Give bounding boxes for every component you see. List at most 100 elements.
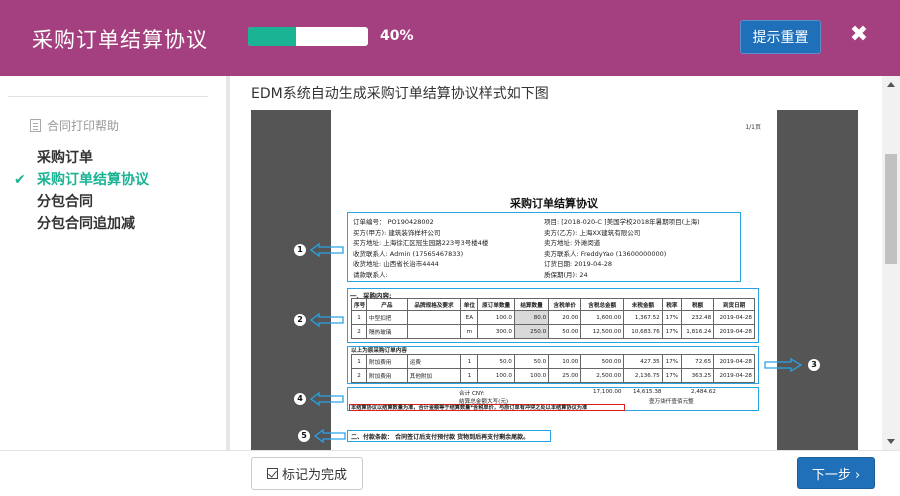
content-heading: EDM系统自动生成采购订单结算协议样式如下图: [251, 86, 549, 102]
scroll-up-icon[interactable]: [887, 82, 895, 87]
header-bar: 采购订单结算协议 40% 提示重置 ✖: [0, 0, 900, 76]
arrow-left-icon: [309, 312, 344, 328]
table-cell: 2019-04-28: [713, 324, 755, 339]
table-cell: 2: [351, 324, 367, 339]
table-cell: 2019-04-28: [713, 354, 755, 369]
table-cell: 50.0: [477, 354, 515, 369]
info-cell: 买方(甲方): 建筑装饰样杆公司: [353, 228, 441, 237]
table-cell: 运费: [406, 354, 462, 369]
table-header-cell: 税额: [681, 298, 715, 311]
document-page: 1/1页 采购订单结算协议 订单编号： PO190428002 项目: [2018…: [293, 110, 821, 450]
scrollbar-thumb[interactable]: [885, 154, 897, 264]
info-cell: 卖方地址: 外滩闵道: [544, 239, 601, 247]
page-number: 1/1页: [745, 124, 761, 131]
help-label: 合同打印帮助: [47, 119, 120, 133]
table-header-cell: 税率: [661, 298, 683, 311]
table-cell: 100.0: [477, 310, 515, 325]
table-cell: 50.00: [548, 324, 582, 339]
table-cell: 1,600.00: [580, 310, 625, 325]
table-header-cell: 到货日期: [713, 298, 755, 311]
sidebar-item-label: 分包合同追加减: [37, 216, 135, 232]
info-cell: 卖方(乙方): 上海XX建筑有限公司: [544, 228, 641, 237]
table-cell: 1: [351, 310, 367, 325]
marker-5: 5: [297, 429, 311, 443]
sidebar-item-settlement-agreement[interactable]: ✔ 采购订单结算协议: [14, 170, 149, 192]
table-cell: m: [460, 324, 479, 339]
table-cell: 1: [460, 354, 479, 369]
checkbox-icon: [266, 468, 278, 479]
purchase-table: 序号 产品 品牌规格及要求 单位 原订单数量 结算数量 含税单价 含税总金额 未税金额 税率 税额到…: [351, 298, 755, 339]
info-cell: 项目: [2018-020-C ]美国学校2018年暑期项目(上海): [544, 218, 700, 226]
total-label: 合计 CNY:: [459, 391, 485, 397]
mark-done-button[interactable]: 标记为完成: [251, 457, 363, 490]
red-note: 本结算协议以结算数量为准，合计金额等于结算数量*含税单价，与原订单有冲突之处以本…: [351, 405, 588, 411]
table-cell: 2: [351, 368, 367, 383]
sidebar-item-purchase-order[interactable]: 采购订单: [14, 148, 149, 170]
amount-words: 壹万柒仟壹佰元整: [649, 399, 694, 405]
table-cell: 80.0: [513, 310, 550, 325]
content-panel: EDM系统自动生成采购订单结算协议样式如下图 1/1页 采购订单结算协议 订单编…: [230, 76, 882, 450]
table-cell: 1: [351, 354, 367, 369]
table-cell: 250.0: [513, 324, 550, 339]
extra-section-title: 以上为原采购订单内容: [351, 348, 407, 354]
table-cell: 72.65: [681, 354, 715, 369]
chevron-right-icon: ›: [854, 467, 861, 483]
table-cell: 17%: [661, 324, 683, 339]
help-link[interactable]: 合同打印帮助: [30, 117, 119, 134]
sidebar-item-subcontract[interactable]: 分包合同: [14, 192, 149, 214]
table-cell: 其他附加: [406, 368, 462, 383]
table-row: 1 附加费用 运费 1 50.0 50.0 10.00 500.00 427.35 17% 72.6…: [351, 354, 755, 369]
next-step-button[interactable]: 下一步 ›: [797, 457, 875, 489]
table-cell: 100.0: [513, 368, 550, 383]
table-header-cell: 结算数量: [513, 298, 550, 311]
table-header-cell: 序号: [351, 298, 367, 311]
table-cell: [406, 310, 462, 325]
table-cell: 附加费用: [366, 368, 408, 383]
info-cell: 买方地址: 上海徐汇区冠生园路223号3号楼4楼: [353, 239, 489, 247]
extra-fee-table: 1 附加费用 运费 1 50.0 50.0 10.00 500.00 427.35 17% 72.6…: [351, 354, 755, 383]
table-cell: 232.48: [681, 310, 715, 325]
table-cell: 25.00: [548, 368, 582, 383]
table-row: 2 附加费用 其他附加 1 100.0 100.0 25.00 2,500.00 2,136.7…: [351, 368, 755, 383]
table-cell: 20.00: [548, 310, 582, 325]
table-cell: 2,500.00: [580, 368, 625, 383]
table-cell: 300.0: [477, 324, 515, 339]
table-header-cell: 单位: [460, 298, 479, 311]
info-cell: 请款联系人:: [353, 270, 388, 279]
arrow-left-icon: [309, 391, 344, 407]
info-cell: 订货日期: 2019-04-28: [544, 260, 613, 268]
sidebar-nav: 采购订单 ✔ 采购订单结算协议 分包合同 分包合同追加减: [14, 148, 149, 236]
table-cell: 500.00: [580, 354, 625, 369]
total-incl: 17,100.00: [593, 389, 622, 395]
sidebar-item-subcontract-change[interactable]: 分包合同追加减: [14, 214, 149, 236]
scroll-down-icon[interactable]: [887, 439, 895, 444]
table-cell: 1,816.24: [681, 324, 715, 339]
footer: 标记为完成 下一步 ›: [0, 450, 900, 496]
vertical-scrollbar[interactable]: [882, 76, 900, 450]
table-cell: EA: [460, 310, 479, 325]
progress-fill: [248, 27, 296, 46]
table-cell: 隔热玻璃: [366, 324, 408, 339]
marker-2: 2: [293, 313, 307, 327]
sidebar-item-label: 采购订单: [37, 150, 93, 166]
progress-bar: [248, 27, 368, 46]
table-header-cell: 未税金额: [623, 298, 663, 311]
document-title: 采购订单结算协议: [510, 197, 598, 210]
table-header-cell: 原订单数量: [477, 298, 515, 311]
table-cell: 100.0: [477, 368, 515, 383]
table-header-cell: 品牌规格及要求: [406, 298, 462, 311]
table-cell: 17%: [661, 354, 683, 369]
document-preview: 1/1页 采购订单结算协议 订单编号： PO190428002 项目: [2018…: [251, 110, 858, 450]
table-row: 1 中型扣把 EA 100.0 80.0 20.00 1,600.00 1,367.52 17%…: [351, 310, 755, 325]
reset-hints-button[interactable]: 提示重置: [740, 20, 821, 54]
table-cell: 2019-04-28: [713, 368, 755, 383]
info-cell: 订单编号： PO190428002: [353, 218, 434, 226]
table-row: 2 隔热玻璃 m 300.0 250.0 50.00 12,500.00 10,683.76 1…: [351, 324, 755, 339]
close-icon[interactable]: ✖: [848, 22, 870, 48]
table-header-row: 序号 产品 品牌规格及要求 单位 原订单数量 结算数量 含税单价 含税总金额 未税金额 税率 税额到…: [351, 298, 755, 311]
progress-label: 40%: [380, 28, 414, 44]
table-cell: 10,683.76: [623, 324, 663, 339]
table-cell: 50.0: [513, 354, 550, 369]
table-cell: 2,136.75: [623, 368, 663, 383]
info-section: 订单编号： PO190428002 项目: [2018-020-C ]美国学校20…: [347, 212, 741, 282]
